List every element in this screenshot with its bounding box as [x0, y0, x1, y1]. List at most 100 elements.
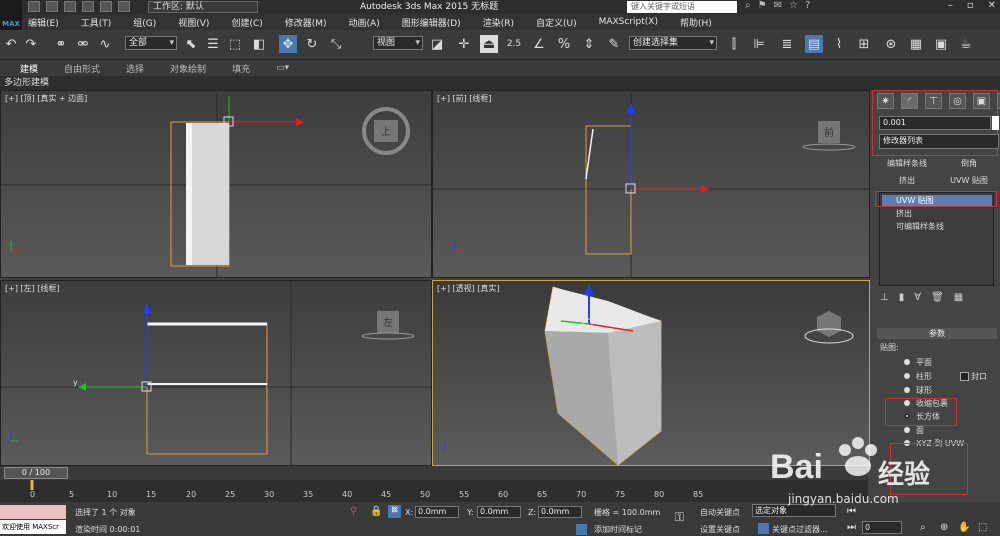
undo-icon[interactable]: ↶: [2, 35, 20, 53]
render-icon[interactable]: ☕: [957, 35, 975, 53]
display-tab-icon[interactable]: ▣: [973, 93, 990, 109]
search-icon[interactable]: ⌕: [745, 0, 751, 11]
maxscript-listener-output[interactable]: 欢迎使用 MAXScr: [0, 520, 66, 534]
select-by-name-icon[interactable]: ☰: [204, 35, 222, 53]
open-file-icon[interactable]: [46, 1, 58, 12]
menu-animation[interactable]: 动画(A): [349, 16, 380, 29]
mapping-spherical-radio[interactable]: 球形: [904, 385, 932, 396]
app-logo[interactable]: MAX: [0, 0, 22, 30]
modify-tab-icon[interactable]: ◜: [901, 93, 918, 109]
rendered-frame-icon[interactable]: ▣: [932, 35, 950, 53]
menu-maxscript[interactable]: MAXScript(X): [599, 17, 658, 27]
ribbon-panel-label[interactable]: 多边形建模: [0, 76, 1000, 90]
zoom-icon[interactable]: ⌕: [920, 522, 926, 533]
set-key-button[interactable]: 设置关键点: [700, 524, 740, 535]
viewport-left[interactable]: [+] [左] [线框] y 左: [0, 280, 432, 466]
redo-icon[interactable]: ↷: [22, 35, 40, 53]
time-slider-thumb[interactable]: 0 / 100: [4, 467, 68, 479]
minimize-icon[interactable]: –: [948, 0, 953, 11]
set-key-icon[interactable]: ⚿: [675, 510, 684, 525]
curve-editor-icon[interactable]: ⌇: [830, 35, 848, 53]
angle-snap-icon[interactable]: ∠: [530, 35, 548, 53]
render-setup-icon[interactable]: ▦: [907, 35, 925, 53]
maximize-viewport-icon[interactable]: ⬚: [978, 522, 987, 533]
object-name-field[interactable]: 0.001: [879, 116, 991, 130]
bind-space-warp-icon[interactable]: ∿: [96, 35, 114, 53]
save-file-icon[interactable]: [64, 1, 76, 12]
close-icon[interactable]: ✕: [988, 0, 996, 11]
isolate-icon[interactable]: ⚲: [350, 506, 357, 517]
schematic-view-icon[interactable]: ⊞: [855, 35, 873, 53]
viewport-top[interactable]: [+] [顶] [真实 + 边面] 上: [0, 90, 432, 278]
pin-stack-icon[interactable]: ⊥: [880, 292, 889, 303]
undo-icon[interactable]: [82, 1, 94, 12]
time-slider[interactable]: 0 / 100: [0, 466, 868, 480]
lock-selection-icon[interactable]: 🔒: [370, 506, 382, 517]
subscription-icon[interactable]: ⚑: [758, 0, 767, 11]
pan-icon[interactable]: ✋: [958, 522, 970, 533]
tab-selection[interactable]: 选择: [126, 62, 144, 75]
workspace-dropdown[interactable]: 工作区: 默认: [148, 1, 258, 13]
layer-manager-icon[interactable]: ≣: [778, 35, 796, 53]
menu-graph-editors[interactable]: 图形编辑器(D): [402, 16, 461, 29]
mapping-cylindrical-radio[interactable]: 柱形: [904, 371, 932, 382]
key-filters-button[interactable]: 关键点过滤器...: [772, 524, 828, 535]
viewport-front[interactable]: [+] [前] [线框] 前: [432, 90, 870, 278]
keyboard-shortcut-icon[interactable]: ⏏: [480, 35, 498, 53]
scale-icon[interactable]: ⤡: [327, 35, 345, 53]
key-mode-toggle-icon[interactable]: ⏭: [847, 522, 856, 533]
bevel-button[interactable]: 倒角: [939, 157, 999, 170]
help-icon[interactable]: ?: [805, 0, 810, 11]
parameters-rollout-header[interactable]: 参数: [877, 328, 997, 339]
absolute-mode-icon[interactable]: ⊠: [388, 505, 401, 518]
new-file-icon[interactable]: [28, 1, 40, 12]
spinner-snap-icon[interactable]: ⇕: [580, 35, 598, 53]
time-tag-icon[interactable]: [576, 524, 587, 535]
reference-coordinate-dropdown[interactable]: 视图: [373, 36, 423, 50]
y-coord-field[interactable]: 0.0mm: [477, 506, 521, 518]
menu-rendering[interactable]: 渲染(R): [483, 16, 514, 29]
ribbon-options-icon[interactable]: ▭▾: [276, 63, 289, 73]
configure-sets-icon[interactable]: ▦: [954, 292, 963, 303]
menu-create[interactable]: 创建(C): [231, 16, 262, 29]
z-coord-field[interactable]: 0.0mm: [538, 506, 582, 518]
search-input[interactable]: 键入关键字或短语: [627, 1, 737, 13]
stack-item-editable-spline[interactable]: 可编辑样条线: [882, 221, 992, 233]
redo-icon[interactable]: [100, 1, 112, 12]
rect-selection-icon[interactable]: ⬚: [226, 35, 244, 53]
make-unique-icon[interactable]: ∀: [914, 292, 921, 303]
menu-modifiers[interactable]: 修改器(M): [285, 16, 327, 29]
select-manipulate-icon[interactable]: ✛: [455, 35, 473, 53]
edit-named-selection-icon[interactable]: ✎: [605, 35, 623, 53]
uvw-map-button[interactable]: UVW 贴图: [939, 174, 999, 187]
menu-edit[interactable]: 编辑(E): [28, 16, 59, 29]
mapping-planar-radio[interactable]: 平面: [904, 357, 932, 368]
menu-customize[interactable]: 自定义(U): [536, 16, 577, 29]
x-coord-field[interactable]: 0.0mm: [415, 506, 459, 518]
hierarchy-tab-icon[interactable]: ⊤: [925, 93, 942, 109]
key-filter-icon[interactable]: [758, 523, 769, 534]
menu-help[interactable]: 帮助(H): [680, 16, 712, 29]
unlink-icon[interactable]: ⚮: [74, 35, 92, 53]
edit-spline-button[interactable]: 编辑样条线: [877, 157, 937, 170]
create-tab-icon[interactable]: ✷: [877, 93, 894, 109]
tab-populate[interactable]: 填充: [232, 62, 250, 75]
named-selection-dropdown[interactable]: 创建选择集: [629, 36, 717, 50]
select-object-icon[interactable]: ⬉: [182, 35, 200, 53]
motion-tab-icon[interactable]: ◎: [949, 93, 966, 109]
window-crossing-icon[interactable]: ◧: [250, 35, 268, 53]
cap-checkbox[interactable]: 封口: [960, 371, 987, 382]
current-frame-field[interactable]: 0: [862, 521, 902, 534]
maxscript-listener-input[interactable]: [0, 505, 66, 519]
material-editor-icon[interactable]: ⊛: [882, 35, 900, 53]
tab-freeform[interactable]: 自由形式: [64, 62, 100, 75]
menu-views[interactable]: 视图(V): [178, 16, 209, 29]
align-icon[interactable]: ⊫: [750, 35, 768, 53]
zoom-all-icon[interactable]: ⊕: [940, 522, 948, 533]
snaps-toggle-icon[interactable]: 2.5: [505, 35, 523, 53]
maximize-icon[interactable]: ▫: [967, 0, 974, 11]
extrude-button[interactable]: 挤出: [877, 174, 937, 187]
auto-key-button[interactable]: 自动关键点: [700, 507, 740, 518]
track-bar[interactable]: 0 5 10 15 20 25 30 35 40 45 50 55 60 65 …: [0, 480, 868, 502]
communication-icon[interactable]: ✉: [774, 0, 782, 11]
